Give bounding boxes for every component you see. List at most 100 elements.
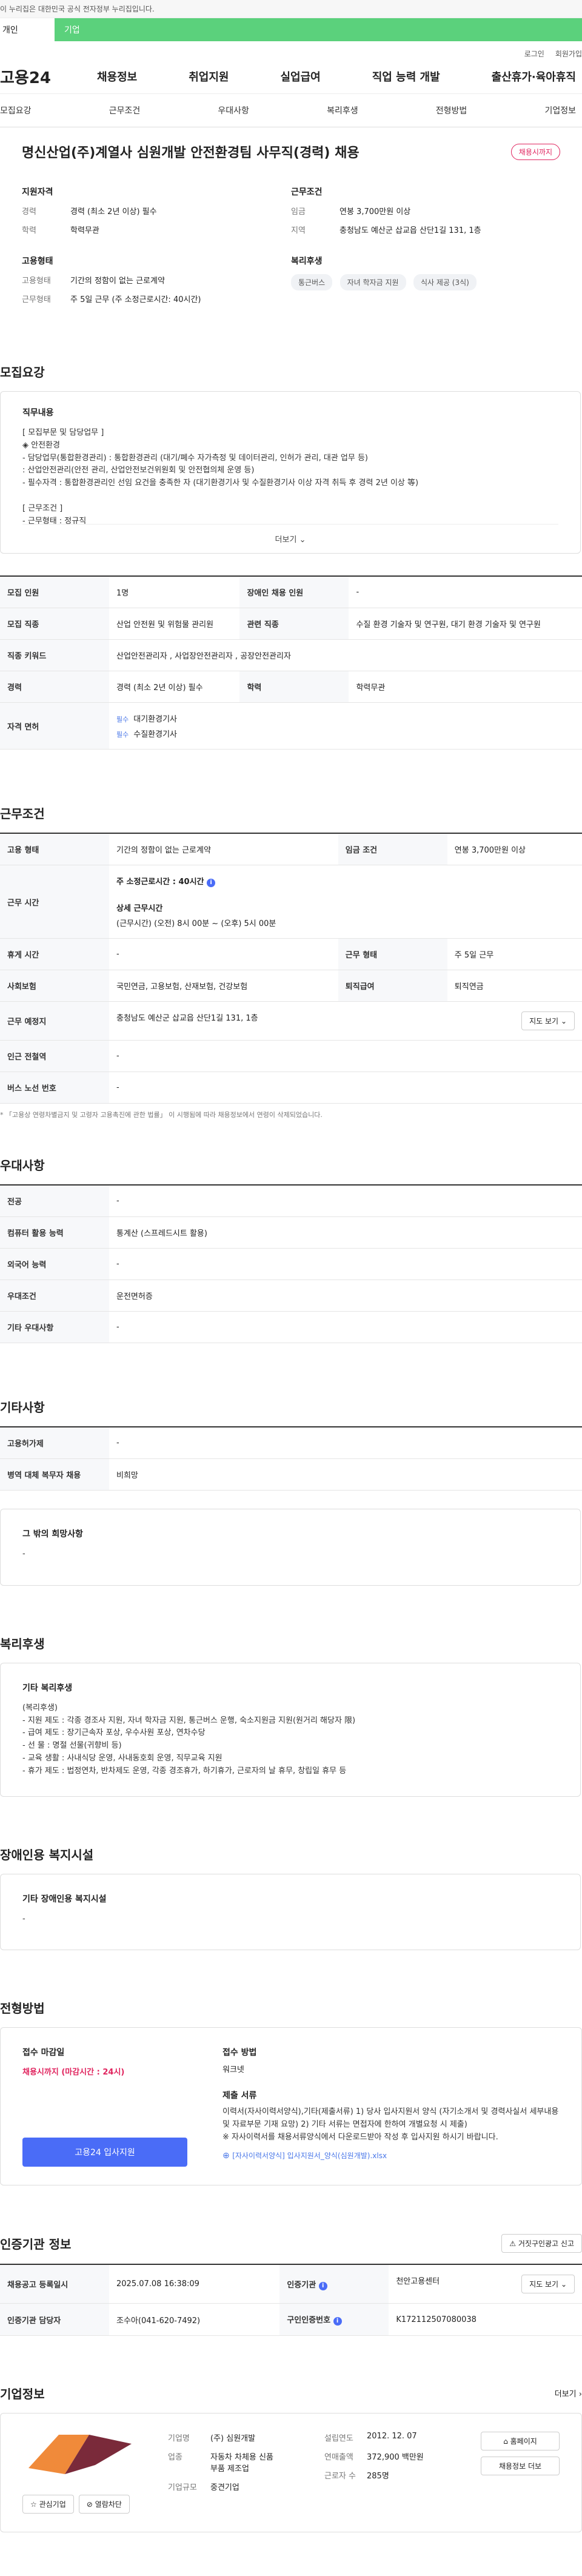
table-row: 컴퓨터 활용 능력 통계산 (스프레드시트 활용) (0, 1216, 582, 1249)
welfare-title: 복리후생 (291, 257, 323, 266)
block-icon: ⊘ (86, 2500, 93, 2509)
cert-table: 채용공고 등록일시 2025.07.08 16:38:09 인증기관 i 천안고용… (0, 2264, 582, 2336)
table-row: 기타 우대사항 - (0, 1311, 582, 1343)
chevron-right-icon: › (578, 2390, 582, 2400)
company-fields2: 설립연도 2012. 12. 07 연매출액 372,900 백만원 근로자 수 28… (324, 2432, 481, 2514)
welfare-chip: 식사 제공 (3식) (413, 274, 477, 290)
company-value: 285명 (367, 2472, 389, 2481)
cell-head: 인증기관 담당자 (0, 2303, 109, 2336)
star-icon: ☆ (30, 2500, 37, 2509)
gov-bar: 이 누리집은 대한민국 공식 전자정부 누리집입니다. (0, 0, 582, 18)
table-row: 근무 예정지 충청남도 예산군 삽교읍 산단1길 131, 1층 지도 보기 ⌄ (0, 1001, 582, 1041)
cell-head: 근무 형태 (338, 938, 447, 970)
section-workcond: 근무조건 (0, 807, 45, 821)
company-actions: ⌂ 홈페이지 채용정보 더보 (481, 2432, 560, 2514)
cell-head: 임금 조건 (338, 833, 447, 865)
sub-nav-recruit[interactable]: 모집요강 (0, 104, 32, 116)
chevron-down-icon: ⌄ (299, 535, 306, 545)
interest-button[interactable]: ☆ 관심기업 (22, 2495, 74, 2514)
sub-nav-process[interactable]: 전형방법 (436, 104, 467, 116)
company-logo-area: ☆ 관심기업 ⊘ 열람차단 (22, 2432, 168, 2514)
cell-value: 산업 안전원 및 위험물 관리원 (109, 608, 240, 640)
block-button[interactable]: ⊘ 열람차단 (78, 2495, 130, 2514)
company-more-link[interactable]: 더보기 › (555, 2387, 582, 2399)
section-preference: 우대사항 (0, 1158, 45, 1173)
cell-head: 자격 면허 (0, 702, 109, 750)
more-button[interactable]: 더보기 ⌄ (22, 524, 558, 553)
table-row: 버스 노선 번호 - (0, 1072, 582, 1104)
sub-nav-welfare[interactable]: 복리후생 (327, 104, 358, 116)
company-value: (주) 심원개발 (210, 2434, 256, 2444)
map-label: 지도 보기 (529, 2280, 559, 2289)
table-row: 모집 직종 산업 안전원 및 위험물 관리원 관련 직종 수질 환경 기술자 및 연… (0, 608, 582, 640)
more-jobs-button[interactable]: 채용정보 더보 (481, 2457, 560, 2476)
map-button[interactable]: 지도 보기 ⌄ (521, 2275, 575, 2294)
cell-value: 수질 환경 기술자 및 연구원, 대기 환경 기술자 및 연구원 (349, 608, 582, 640)
license-tag: 필수 (116, 731, 129, 739)
table-row: 고용 형태 기간의 정함이 없는 근로계약 임금 조건 연봉 3,700만원 이상 (0, 833, 582, 865)
qual-value: 학력무관 (70, 226, 99, 235)
cell-head: 퇴직급여 (338, 970, 447, 1002)
table-row: 사회보험 국민연금, 고용보험, 산재보험, 건강보험 퇴직급여 퇴직연금 (0, 970, 582, 1002)
hours-main: 주 소정근로시간 : 40시간 (116, 877, 204, 887)
join-link[interactable]: 회원가입 (555, 49, 582, 59)
cell-value: 학력무관 (349, 671, 582, 703)
company-header: 기업정보 더보기 › (0, 2336, 582, 2413)
cell-head: 컴퓨터 활용 능력 (0, 1216, 109, 1249)
cell-value: - (109, 1185, 582, 1217)
company-value: 중견기업 (210, 2483, 239, 2493)
cell-value: 국민연금, 고용보험, 산재보험, 건강보험 (109, 970, 338, 1002)
gnb-item-benefit[interactable]: 실업급여 (281, 69, 321, 84)
cell-value: 산업안전관리자 , 사업장안전관리자 , 공장안전관리자 (109, 639, 582, 671)
license-tag: 필수 (116, 716, 129, 723)
sub-nav-preference[interactable]: 우대사항 (218, 104, 249, 116)
license-name: 대기환경기사 (133, 715, 178, 724)
cell-head: 근무 시간 (0, 865, 109, 939)
disabled-value: - (22, 1914, 25, 1924)
tab-company[interactable]: 기업 (55, 18, 582, 41)
table-row: 전공 - (0, 1185, 582, 1217)
tab-person[interactable]: 개인 (0, 18, 55, 41)
cell-head: 장애인 채용 인원 (239, 576, 349, 608)
section-etc: 기타사항 (0, 1400, 45, 1415)
report-button[interactable]: ⚠ 거짓구인광고 신고 (501, 2234, 582, 2253)
table-row: 병역 대체 복무자 채용 비희망 (0, 1458, 582, 1491)
resume-file-link[interactable]: [자사이력서양식] 입사지원서_양식(심원개발).xlsx (232, 2152, 387, 2160)
map-button[interactable]: 지도 보기 ⌄ (521, 1011, 575, 1030)
docs-title: 제출 서류 (222, 2091, 257, 2101)
report-label: 거짓구인광고 신고 (518, 2239, 574, 2249)
age-note: * 「고용상 연령차별금지 및 고령자 고용촉진에 관한 법률」 이 시행됨에 … (0, 1111, 323, 1119)
gnb-item-support[interactable]: 취업지원 (189, 69, 229, 84)
work-key: 임금 (291, 207, 306, 216)
gnb-item-training[interactable]: 직업 능력 개발 (372, 69, 440, 84)
sub-nav-company[interactable]: 기업정보 (544, 104, 576, 116)
company-value: 자동차 차체용 신품 부품 제조업 (210, 2453, 273, 2474)
cell-value: 주 5일 근무 (447, 938, 582, 970)
cell-value: - (109, 938, 338, 970)
deadline-title: 접수 마감일 (22, 2048, 65, 2058)
cell-head: 고용허가제 (0, 1427, 109, 1459)
cert-org-value: 천안고용센터 (396, 2277, 440, 2287)
company-more-label: 더보기 (554, 2390, 577, 2400)
company-key: 기업명 (168, 2434, 190, 2444)
job-desc-box: 직무내용 [ 모집부문 및 담당업무 ] ◈ 안전환경 - 담당업무(통합환경관… (0, 391, 581, 554)
cell-head: 병역 대체 복무자 채용 (0, 1458, 109, 1491)
work-value: 연봉 3,700만원 이상 (340, 207, 411, 216)
homepage-button[interactable]: ⌂ 홈페이지 (481, 2432, 560, 2451)
gnb-item-leave[interactable]: 출산휴가·육아휴직 (492, 69, 576, 84)
apply-button[interactable]: 고용24 입사지원 (22, 2138, 187, 2167)
logo[interactable]: 고용24 (0, 65, 73, 88)
cell-value: 퇴직연금 (447, 970, 582, 1002)
sub-nav-workcond[interactable]: 근무조건 (109, 104, 141, 116)
hours-detail-title: 상세 근무시간 (116, 904, 163, 913)
company-fields: 기업명 (주) 심원개발 업종 자동차 차체용 신품 부품 제조업 기업규모 중견기업 (168, 2432, 324, 2514)
hours-detail: (근무시간) (오전) 8시 00분 ~ (오후) 5시 00분 (116, 919, 276, 928)
table-row: 근무 시간 주 소정근로시간 : 40시간 i 상세 근무시간 (근무시간) (… (0, 865, 582, 939)
homepage-label: 홈페이지 (510, 2437, 537, 2446)
company-value: 372,900 백만원 (367, 2453, 424, 2463)
gov-bar-text: 이 누리집은 대한민국 공식 전자정부 누리집입니다. (0, 5, 155, 13)
login-link[interactable]: 로그인 (524, 49, 544, 59)
table-row: 휴게 시간 - 근무 형태 주 5일 근무 (0, 938, 582, 970)
gnb-item-jobs[interactable]: 채용정보 (97, 69, 137, 84)
cell-head: 전공 (0, 1185, 109, 1217)
